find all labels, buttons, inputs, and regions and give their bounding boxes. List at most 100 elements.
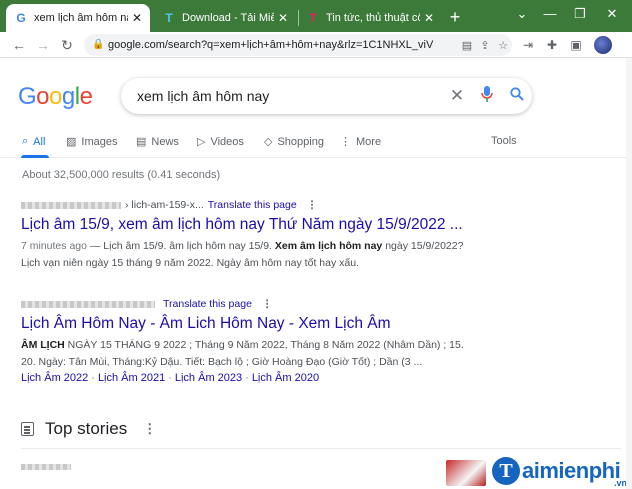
active-tab-indicator <box>21 155 49 158</box>
translate-icon[interactable]: ▤ <box>458 39 476 52</box>
search-result: › lich-am-159-x... Translate this page ⋮… <box>21 198 481 272</box>
taimienphi-favicon-icon: T <box>165 11 173 25</box>
google-logo[interactable]: Google <box>18 83 93 111</box>
logo-letter: G <box>18 83 37 110</box>
snippet-text: ngày 15/9/2022? <box>382 240 464 252</box>
logo-letter: e <box>79 83 93 110</box>
tab-google-search[interactable]: G xem lịch âm hôm nay - ✕ <box>6 4 150 32</box>
news-icon: ▤ <box>136 136 147 148</box>
search-tabs: ⌕ All ▨ Images ▤ News ▷ Videos ◇ Shopping ⋮ Mo… <box>0 128 632 158</box>
news-icon <box>21 422 34 436</box>
search-icon[interactable] <box>502 86 532 106</box>
top-stories-title: Top stories <box>45 419 128 438</box>
share-icon[interactable]: ⇪ <box>476 39 494 52</box>
result-title-link[interactable]: Lịch Âm Hôm Nay - Âm Lich Hôm Nay - Xem … <box>21 315 481 333</box>
image-icon: ▨ <box>66 136 77 148</box>
search-input[interactable]: xem lịch âm hôm nay <box>137 88 442 104</box>
result-cite: › lich-am-159-x... Translate this page ⋮ <box>21 198 481 212</box>
translate-link[interactable]: Translate this page <box>163 298 252 310</box>
microphone-icon[interactable] <box>472 85 502 107</box>
lock-icon[interactable]: 🔒 <box>92 40 104 50</box>
close-icon[interactable]: ✕ <box>424 11 434 25</box>
separator-dot: · <box>245 372 249 384</box>
more-vert-icon: ⋮ <box>340 136 351 148</box>
result-snippet: ÂM LỊCH NGÀY 15 THÁNG 9 2022 ; Tháng 9 N… <box>21 337 481 371</box>
tab-label: All <box>33 135 46 148</box>
tab-label: News <box>151 135 179 148</box>
extensions-puzzle-icon[interactable]: ✚ <box>544 37 560 53</box>
logo-letter: o <box>49 83 62 110</box>
tools-button[interactable]: Tools <box>491 135 517 147</box>
close-window-icon[interactable]: ✕ <box>602 6 622 22</box>
profile-avatar[interactable] <box>594 36 612 54</box>
result-cite: Translate this page ⋮ <box>21 297 481 311</box>
logo-letter: o <box>36 83 50 110</box>
result-title-link[interactable]: Lịch âm 15/9, xem âm lịch hôm nay Thứ Nă… <box>21 216 481 234</box>
cite-path: › lich-am-159-x... <box>125 199 204 211</box>
close-icon[interactable]: ✕ <box>278 11 288 25</box>
reload-icon[interactable]: ↻ <box>58 36 76 54</box>
tin-tuc-favicon-icon: T <box>309 11 317 25</box>
sitelinks: Lịch Âm 2022 · Lịch Âm 2021 · Lịch Âm 2023 · L… <box>21 372 481 384</box>
watermark-text: aimienphi <box>522 458 621 483</box>
sitelink[interactable]: Lịch Âm 2020 <box>252 372 319 384</box>
tag-icon: ◇ <box>264 136 273 148</box>
url-text[interactable]: google.com/search?q=xem+lịch+âm+hôm+nay&… <box>108 39 458 51</box>
logo-letter: g <box>61 83 75 110</box>
tab-more[interactable]: ⋮ More <box>340 135 382 149</box>
blurred-source <box>21 464 71 470</box>
more-options-icon[interactable]: ⋮ <box>143 421 156 437</box>
tab-search-icon[interactable]: ⌄ <box>512 6 532 22</box>
browser-chrome: G xem lịch âm hôm nay - ✕ T Download - T… <box>0 0 632 58</box>
sitelink[interactable]: Lịch Âm 2022 <box>21 372 88 384</box>
translate-link[interactable]: Translate this page <box>208 199 297 211</box>
blurred-url <box>21 201 121 209</box>
tab-label: Images <box>81 135 118 148</box>
clear-icon[interactable]: ✕ <box>442 86 472 106</box>
search-result: Translate this page ⋮ Lịch Âm Hôm Nay - … <box>21 297 481 384</box>
snippet-text: NGÀY 15 THÁNG 9 2022 ; Tháng 9 Năm 2022,… <box>64 339 464 351</box>
sitelink[interactable]: Lịch Âm 2021 <box>98 372 165 384</box>
more-options-icon[interactable]: ⋮ <box>307 199 318 211</box>
snippet-text: 20. Ngày: Tân Mùi, Tháng:Kỷ Dậu. Tiết: B… <box>21 356 423 368</box>
tab-all[interactable]: ⌕ All <box>22 135 45 148</box>
separator-dot: · <box>168 372 172 384</box>
top-stories-header: Top stories ⋮ <box>21 419 156 439</box>
snippet-bold: Xem âm lịch hôm nay <box>274 240 383 252</box>
tab-title: Download - Tải Miễn Phí <box>182 12 274 24</box>
tab-news[interactable]: ▤ News <box>136 135 179 149</box>
maximize-icon[interactable]: ❐ <box>570 6 590 22</box>
tab-label: Shopping <box>277 135 324 148</box>
tab-images[interactable]: ▨ Images <box>66 135 118 149</box>
tab-shopping[interactable]: ◇ Shopping <box>264 135 324 149</box>
result-stats: About 32,500,000 results (0.41 seconds) <box>22 169 221 181</box>
blurred-url <box>21 300 155 308</box>
tab-label: More <box>356 135 382 148</box>
search-box[interactable]: xem lịch âm hôm nay ✕ <box>121 78 532 114</box>
side-panel-icon[interactable]: ▣ <box>568 37 584 53</box>
snippet-bold: ÂM LỊCH <box>21 339 65 351</box>
tab-videos[interactable]: ▷ Videos <box>197 135 244 149</box>
address-bar[interactable]: 🔒 google.com/search?q=xem+lịch+âm+hôm+na… <box>84 34 512 56</box>
video-icon: ▷ <box>197 136 206 148</box>
search-icon: ⌕ <box>22 135 29 147</box>
snippet-text: Lịch vạn niên ngày 15 tháng 9 năm 2022. … <box>21 257 359 269</box>
scrollbar[interactable] <box>626 58 632 489</box>
close-icon[interactable]: ✕ <box>132 11 142 25</box>
tab-download[interactable]: T Download - Tải Miễn Phí ✕ <box>154 4 296 32</box>
media-router-icon[interactable]: ⇥ <box>520 37 536 53</box>
back-icon[interactable]: ← <box>10 36 28 54</box>
more-options-icon[interactable]: ⋮ <box>262 298 273 310</box>
result-snippet: 7 minutes ago — Lịch âm 15/9. âm lịch hô… <box>21 238 481 272</box>
tab-tin-tuc[interactable]: T Tin tức, thủ thuật công ✕ <box>298 4 442 32</box>
watermark-image <box>446 460 486 486</box>
separator-dot: · <box>91 372 95 384</box>
google-favicon-icon: G <box>16 11 26 25</box>
sitelink[interactable]: Lịch Âm 2023 <box>175 372 242 384</box>
forward-icon[interactable]: → <box>34 36 52 54</box>
minimize-icon[interactable]: — <box>540 6 560 21</box>
new-tab-button[interactable]: + <box>446 8 464 26</box>
bookmark-star-icon[interactable]: ☆ <box>494 39 512 52</box>
tab-title: Tin tức, thủ thuật công <box>326 12 420 24</box>
result-date: 7 minutes ago <box>21 240 87 252</box>
